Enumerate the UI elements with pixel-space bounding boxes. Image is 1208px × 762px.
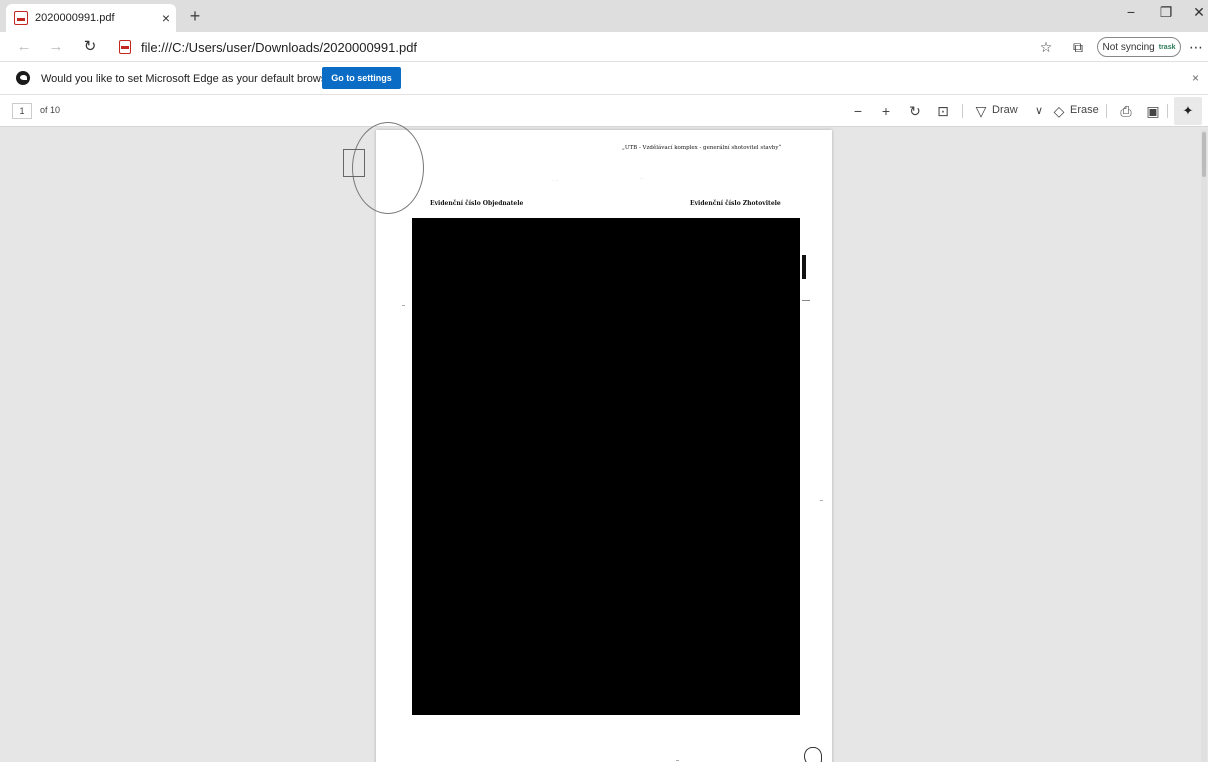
tab-title: 2020000991.pdf — [35, 12, 115, 24]
scan-speck: ·· — [640, 176, 644, 182]
edge-logo-icon — [16, 71, 30, 85]
infobar-close-icon[interactable]: × — [1192, 71, 1199, 85]
chevron-down-icon[interactable]: ∨ — [1029, 102, 1049, 120]
scribble-mark — [804, 747, 822, 762]
draw-label[interactable]: Draw — [992, 104, 1018, 116]
scan-speck: · ·· — [552, 178, 559, 184]
evidence-number-client: Evidenční číslo Objednatele — [430, 200, 524, 207]
infobar-message: Would you like to set Microsoft Edge as … — [41, 73, 343, 85]
address-bar[interactable]: file:///C:/Users/user/Downloads/20200009… — [141, 40, 417, 55]
toolbar-divider — [1106, 104, 1107, 118]
stamp-inner-box — [343, 149, 365, 177]
scrollbar-thumb[interactable] — [1202, 132, 1206, 177]
evidence-number-contractor: Evidenční číslo Zhotovitele — [690, 200, 781, 207]
navigation-bar: ← → ↻ file:///C:/Users/user/Downloads/20… — [0, 32, 1208, 62]
erase-icon[interactable]: ◇ — [1049, 102, 1069, 120]
profile-badge: trask — [1158, 43, 1176, 51]
scan-mark — [802, 255, 806, 279]
seal-stamp — [343, 122, 424, 214]
pdf-toolbar: 1 of 10 − + ↻ ⊡ ▽ Draw ∨ ◇ Erase ⎙ ▣ ✦ — [0, 95, 1208, 127]
profile-sync-button[interactable]: Not syncing trask — [1097, 37, 1181, 57]
redaction-block — [412, 218, 800, 715]
pdf-viewer[interactable]: „UTB - Vzdělávací komplex - generální sh… — [0, 122, 1208, 762]
go-to-settings-button[interactable]: Go to settings — [322, 67, 401, 89]
toolbar-divider — [1167, 104, 1168, 118]
scan-mark — [402, 305, 405, 306]
sync-label: Not syncing — [1102, 41, 1155, 53]
default-browser-infobar: Would you like to set Microsoft Edge as … — [0, 62, 1208, 95]
pdf-file-icon — [14, 11, 28, 25]
tab-strip: 2020000991.pdf × + − ❐ ✕ — [0, 0, 1208, 32]
more-menu-icon[interactable]: ⋯ — [1186, 39, 1206, 56]
toolbar-divider — [962, 104, 963, 118]
pdf-page: „UTB - Vzdělávací komplex - generální sh… — [343, 122, 832, 762]
forward-button[interactable]: → — [46, 38, 66, 56]
scan-mark — [820, 500, 823, 501]
page-number-input[interactable]: 1 — [12, 103, 32, 119]
rotate-icon[interactable]: ↻ — [905, 102, 925, 120]
browser-window: 2020000991.pdf × + − ❐ ✕ ← → ↻ file:///C… — [0, 0, 1208, 762]
page-count: of 10 — [40, 105, 61, 115]
refresh-button[interactable]: ↻ — [80, 38, 100, 56]
zoom-in-icon[interactable]: + — [876, 102, 896, 120]
scan-mark — [802, 300, 810, 301]
restore-button[interactable]: ❐ — [1151, 4, 1181, 21]
print-icon[interactable]: ⎙ — [1116, 102, 1136, 120]
vertical-scrollbar[interactable] — [1201, 130, 1207, 762]
tab-close-icon[interactable]: × — [156, 10, 176, 26]
pin-toolbar-icon[interactable]: ✦ — [1174, 97, 1202, 125]
save-icon[interactable]: ▣ — [1143, 102, 1163, 120]
erase-label[interactable]: Erase — [1070, 104, 1099, 116]
collections-icon[interactable]: ⧉ — [1068, 39, 1088, 56]
minimize-button[interactable]: − — [1116, 4, 1146, 20]
tab-pdf[interactable]: 2020000991.pdf × — [6, 4, 176, 32]
document-header: „UTB - Vzdělávací komplex - generální sh… — [622, 145, 782, 151]
zoom-out-icon[interactable]: − — [848, 102, 868, 120]
scan-mark — [676, 760, 679, 761]
draw-icon[interactable]: ▽ — [971, 102, 991, 120]
close-window-button[interactable]: ✕ — [1184, 4, 1208, 21]
new-tab-button[interactable]: + — [184, 6, 206, 26]
pdf-file-icon — [119, 40, 131, 54]
fit-page-icon[interactable]: ⊡ — [933, 102, 953, 120]
back-button[interactable]: ← — [14, 38, 34, 56]
favorites-icon[interactable]: ☆ — [1036, 39, 1056, 56]
